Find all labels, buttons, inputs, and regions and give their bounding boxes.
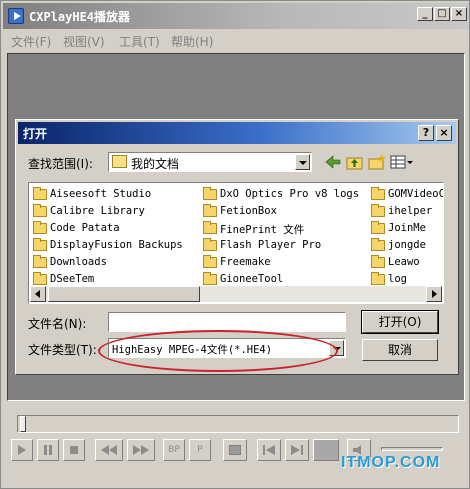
folder-icon (33, 204, 47, 217)
volume-slider[interactable] (381, 447, 443, 451)
look-in-combo[interactable]: 我的文档 (108, 152, 312, 172)
folder-icon (203, 204, 217, 217)
cancel-button[interactable]: 取消 (362, 339, 438, 361)
view-menu-icon[interactable] (390, 154, 414, 170)
up-folder-icon[interactable] (346, 154, 364, 170)
folder-icon (371, 221, 385, 234)
stop-button[interactable] (63, 439, 85, 461)
file-type-value: HighEasy MPEG-4文件(*.HE4) (112, 344, 273, 356)
folder-icon (371, 187, 385, 200)
fast-forward-icon (133, 445, 149, 455)
rewind-button[interactable] (95, 439, 123, 461)
dialog-titlebar[interactable]: 打开 ? × (18, 122, 456, 144)
dialog-title: 打开 (23, 127, 48, 141)
look-in-label: 查找范围(I): (28, 157, 93, 171)
player-titlebar[interactable]: CXPlayHE4播放器 _ □ × (3, 3, 469, 29)
play-icon (18, 445, 26, 455)
folder-icon (203, 255, 217, 268)
open-button[interactable]: 打开(O) (361, 310, 439, 334)
skip-back-icon (263, 445, 275, 455)
new-folder-icon[interactable] (368, 154, 386, 170)
horizontal-scrollbar[interactable] (30, 286, 442, 302)
play-button[interactable] (11, 439, 33, 461)
folder-icon (33, 221, 47, 234)
pause-icon (44, 445, 52, 455)
bp-button[interactable]: BP (163, 439, 185, 461)
folder-icon (371, 204, 385, 217)
capture-button[interactable] (313, 439, 339, 461)
player-title: CXPlayHE4播放器 (29, 10, 131, 24)
seek-bar[interactable] (17, 415, 459, 433)
menu-tools[interactable]: 工具(T) (119, 33, 160, 50)
maximize-button[interactable]: □ (434, 7, 450, 21)
chevron-down-icon[interactable] (329, 340, 344, 356)
file-name-label: 文件名(N): (28, 317, 87, 331)
folder-icon (203, 221, 217, 234)
menu-help[interactable]: 帮助(H) (171, 33, 213, 50)
menubar: 文件(F) 视图(V) 工具(T) 帮助(H) (3, 29, 469, 51)
open-file-dialog: 打开 ? × 查找范围(I): 我的文档 Aiseesoft Studio Ca… (15, 119, 459, 375)
look-in-value: 我的文档 (131, 157, 180, 171)
folder-icon (33, 255, 47, 268)
minimize-button[interactable]: _ (417, 7, 433, 21)
player-app-icon (8, 8, 24, 24)
folder-icon (33, 238, 47, 251)
frame-button[interactable] (223, 439, 247, 461)
menu-view[interactable]: 视图(V) (63, 33, 105, 50)
folder-icon (33, 187, 47, 200)
pause-button[interactable] (37, 439, 59, 461)
folder-icon (203, 272, 217, 285)
fast-forward-button[interactable] (127, 439, 155, 461)
next-button[interactable] (285, 439, 309, 461)
stop-icon (70, 446, 78, 454)
folder-icon (33, 272, 47, 285)
dialog-help-button[interactable]: ? (418, 125, 434, 141)
file-list[interactable]: Aiseesoft Studio Calibre Library Code Pa… (28, 182, 444, 304)
file-type-combo[interactable]: HighEasy MPEG-4文件(*.HE4) (108, 338, 346, 358)
back-icon[interactable] (324, 154, 342, 170)
folder-icon (203, 187, 217, 200)
file-name-input[interactable] (108, 312, 346, 332)
folder-icon (371, 272, 385, 285)
folder-icon (371, 255, 385, 268)
file-type-label: 文件类型(T): (28, 343, 97, 357)
scroll-thumb[interactable] (48, 286, 200, 302)
folder-icon (371, 238, 385, 251)
folder-icon (203, 238, 217, 251)
p-button[interactable]: P (189, 439, 211, 461)
frame-icon (229, 445, 241, 455)
my-documents-icon (112, 155, 127, 168)
close-button[interactable]: × (451, 7, 467, 21)
arrow-left-icon (35, 290, 40, 298)
chevron-down-icon[interactable] (295, 154, 310, 170)
control-panel: BP P ITMOP.COM (3, 403, 469, 488)
rewind-icon (101, 445, 117, 455)
skip-forward-icon (291, 445, 303, 455)
seek-thumb[interactable] (20, 416, 26, 432)
previous-button[interactable] (257, 439, 281, 461)
dialog-close-button[interactable]: × (436, 125, 452, 141)
arrow-right-icon (432, 290, 437, 298)
menu-file[interactable]: 文件(F) (11, 33, 51, 50)
watermark: ITMOP.COM (341, 454, 441, 471)
scroll-right-button[interactable] (426, 286, 442, 302)
scroll-left-button[interactable] (30, 286, 46, 302)
